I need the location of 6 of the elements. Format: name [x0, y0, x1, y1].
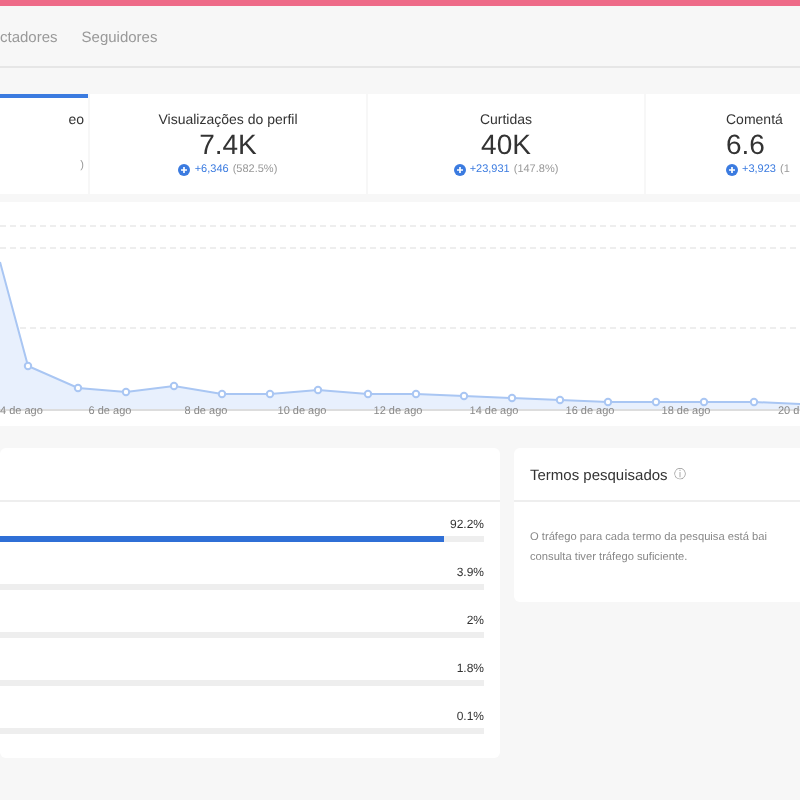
- plus-icon: [453, 164, 466, 176]
- metric-value: 40K: [481, 128, 531, 160]
- plus-icon: [178, 164, 191, 176]
- metric-value: 7.4K: [199, 128, 257, 160]
- metric-value: 6.6: [726, 128, 765, 160]
- plus-icon: [726, 164, 738, 176]
